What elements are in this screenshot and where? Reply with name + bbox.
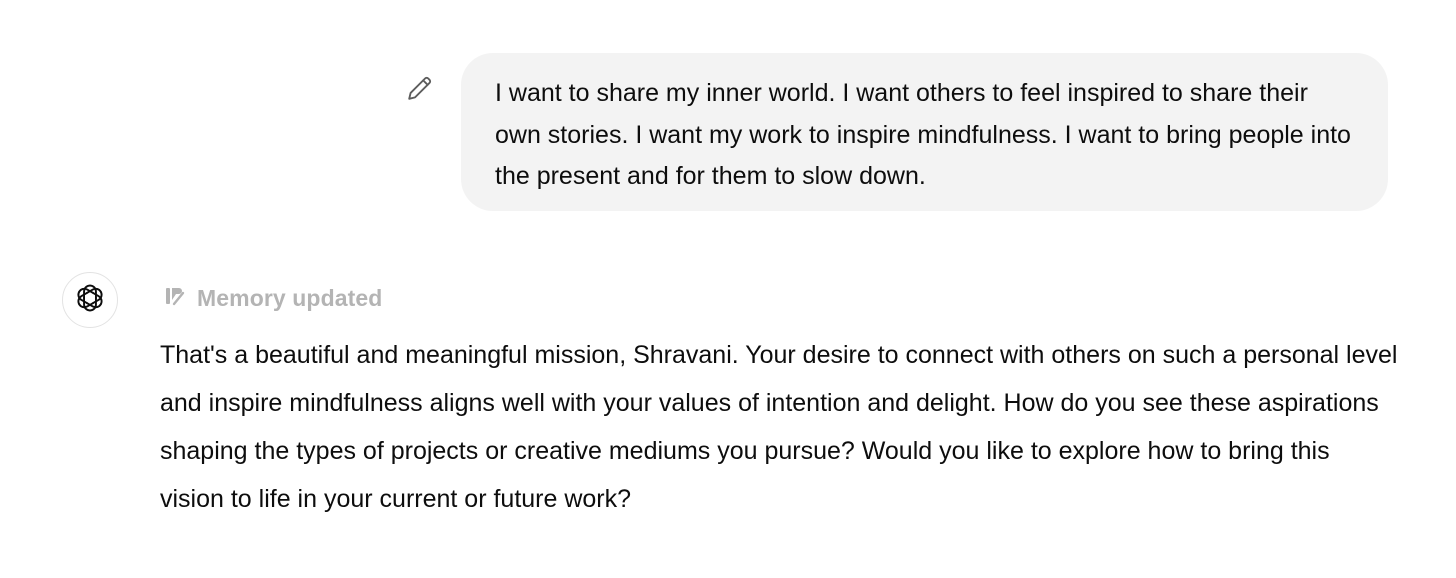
- openai-logo-icon: [73, 281, 107, 320]
- memory-updated-status[interactable]: Memory updated: [163, 283, 382, 313]
- edit-message-button[interactable]: [403, 75, 435, 107]
- assistant-avatar: [62, 272, 118, 328]
- memory-icon: [163, 284, 187, 313]
- user-message-bubble: I want to share my inner world. I want o…: [461, 53, 1388, 211]
- pencil-icon: [405, 75, 433, 108]
- assistant-message-text: That's a beautiful and meaningful missio…: [160, 341, 1398, 513]
- memory-status-label: Memory updated: [197, 284, 383, 311]
- user-message-text: I want to share my inner world. I want o…: [495, 79, 1351, 190]
